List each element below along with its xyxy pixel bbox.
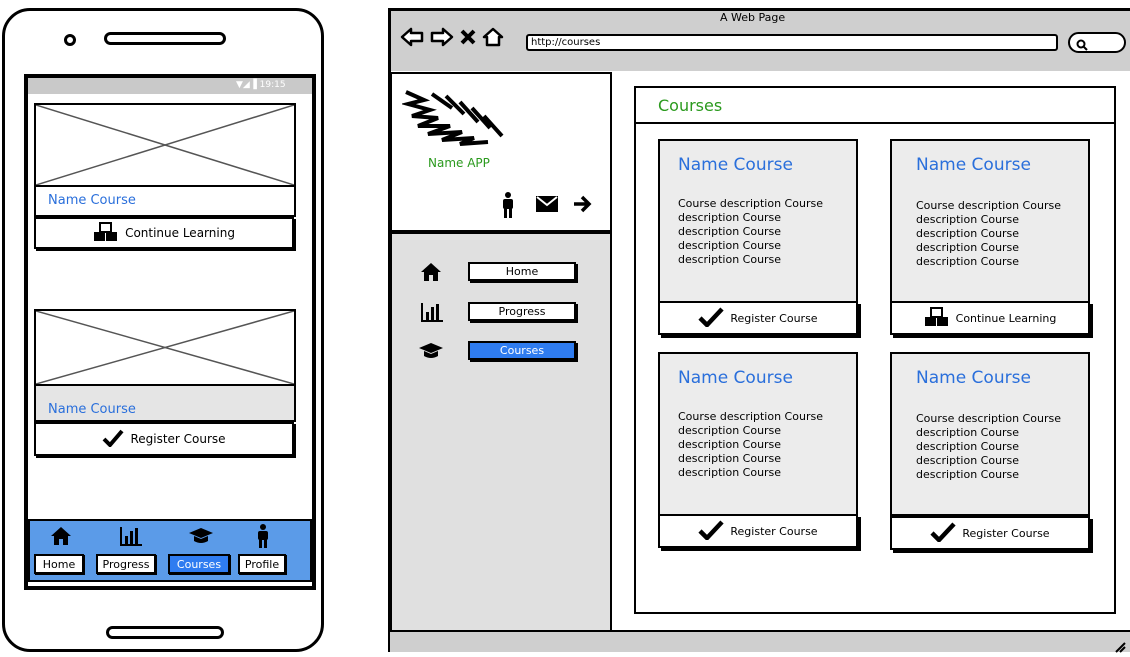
stop-x-icon[interactable]	[460, 28, 476, 50]
action-label: Continue Learning	[125, 226, 235, 240]
cubes-icon	[924, 306, 950, 330]
logo-scribble	[400, 88, 512, 150]
forward-arrow-icon[interactable]	[430, 27, 454, 51]
sidebar-item-courses[interactable]: Courses	[468, 341, 576, 360]
logout-arrow-icon[interactable]	[572, 194, 592, 218]
phone-home-button[interactable]	[106, 626, 224, 639]
tab-home[interactable]: Home	[34, 554, 84, 574]
course-title[interactable]: Name Course	[678, 155, 856, 175]
bar-chart-icon	[420, 302, 444, 326]
camera-icon	[64, 34, 76, 46]
checkmark-icon	[698, 519, 725, 543]
course-card: Name Course Course description Course des…	[890, 139, 1090, 303]
app-name: Name APP	[428, 156, 490, 170]
action-label: Register Course	[730, 524, 818, 538]
action-label: Continue Learning	[955, 311, 1057, 325]
continue-learning-button[interactable]: Continue Learning	[890, 301, 1090, 335]
graduation-cap-icon	[184, 524, 218, 548]
sidebar-item-progress[interactable]: Progress	[468, 302, 576, 321]
course-description: Course description Course description Cou…	[916, 412, 1061, 481]
tab-profile[interactable]: Profile	[238, 554, 286, 574]
tab-courses[interactable]: Courses	[168, 554, 230, 574]
graduation-cap-icon	[418, 342, 444, 364]
phone-speaker	[104, 32, 226, 45]
checkmark-icon	[698, 306, 725, 330]
browser-nav-buttons	[400, 26, 504, 52]
course-description: Course description Course description Cou…	[916, 199, 1061, 268]
sidebar-item-home[interactable]: Home	[468, 262, 576, 281]
course-title[interactable]: Name Course	[916, 155, 1088, 175]
course-name[interactable]: Name Course	[34, 386, 296, 422]
action-label: Register Course	[730, 311, 818, 325]
course-image-placeholder	[34, 309, 296, 386]
cubes-icon	[93, 221, 119, 245]
course-card: Name Course Course description Course des…	[658, 352, 858, 516]
home-outline-icon[interactable]	[482, 27, 504, 51]
checkmark-icon	[930, 521, 957, 545]
course-card: Name Course Course description Course des…	[890, 352, 1090, 516]
register-course-button[interactable]: Register Course	[658, 514, 858, 548]
browser-search[interactable]	[1068, 32, 1126, 53]
bar-chart-icon	[114, 524, 148, 548]
course-description: Course description Course description Cou…	[678, 197, 823, 266]
action-label: Register Course	[130, 432, 226, 446]
register-course-button[interactable]: Register Course	[658, 301, 858, 335]
page-title: Courses	[636, 88, 1114, 124]
back-arrow-icon[interactable]	[400, 27, 424, 51]
browser-status-bar	[390, 630, 1130, 652]
home-icon	[420, 262, 442, 286]
search-icon	[1076, 36, 1088, 55]
course-description: Course description Course description Cou…	[678, 410, 823, 479]
status-indicators: ▼◢▐ 19:15	[236, 80, 286, 90]
resize-grip-icon[interactable]	[1114, 638, 1126, 657]
course-image-placeholder	[34, 103, 296, 187]
continue-learning-button[interactable]: Continue Learning	[34, 217, 294, 249]
course-title[interactable]: Name Course	[916, 368, 1088, 388]
course-name[interactable]: Name Course	[34, 187, 296, 217]
sidebar	[390, 232, 612, 632]
window-title: A Web Page	[720, 11, 786, 24]
checkmark-icon	[102, 429, 124, 450]
url-input[interactable]: http://courses	[526, 34, 1058, 51]
home-icon	[44, 524, 78, 548]
register-course-button[interactable]: Register Course	[890, 516, 1090, 550]
course-card: Name Course Course description Course des…	[658, 139, 858, 303]
person-icon	[250, 524, 276, 548]
course-title[interactable]: Name Course	[678, 368, 856, 388]
action-label: Register Course	[962, 526, 1050, 540]
register-course-button[interactable]: Register Course	[34, 422, 294, 456]
person-icon[interactable]	[500, 192, 516, 222]
mail-icon[interactable]	[536, 196, 558, 216]
tab-progress[interactable]: Progress	[96, 554, 156, 574]
